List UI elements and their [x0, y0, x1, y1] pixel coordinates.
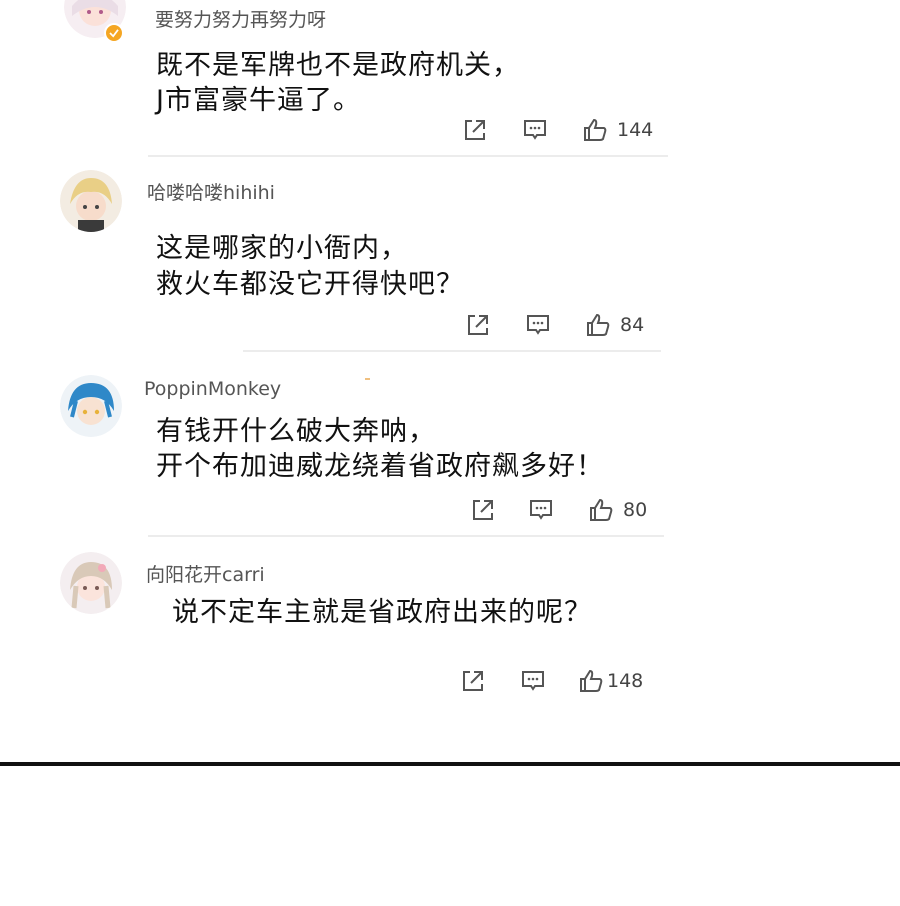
verified-badge-icon [104, 23, 124, 43]
bottom-divider-bar [0, 762, 900, 766]
comment-text-line: 救火车都没它开得快吧？ [156, 269, 464, 300]
comment-username[interactable]: 要努力努力再努力呀 [155, 5, 326, 32]
divider [148, 535, 664, 537]
avatar[interactable] [60, 170, 122, 232]
comment-icon[interactable] [528, 497, 554, 523]
comment-icon[interactable] [525, 312, 551, 338]
comment-text-line: 既不是军牌也不是政府机关， [156, 50, 520, 81]
like-count: 144 [617, 119, 654, 141]
comment-actions: 148 [460, 668, 660, 698]
comment-text-line: 说不定车主就是省政府出来的呢？ [172, 597, 592, 628]
comment-item: 向阳花开carri 说不定车主就是省政府出来的呢？ 148 [0, 540, 900, 720]
like-count: 84 [620, 314, 645, 336]
comment-username[interactable]: 向阳花开carri [146, 560, 265, 587]
thumbs-up-icon[interactable] [588, 497, 614, 523]
comment-actions: 144 [462, 117, 662, 147]
comment-icon[interactable] [522, 117, 548, 143]
comment-text-line: 这是哪家的小衙内， [156, 233, 408, 264]
comment-text-line: J市富豪牛逼了。 [156, 85, 361, 116]
thumbs-up-icon[interactable] [578, 668, 604, 694]
comment-text-line: 有钱开什么破大奔呐， [156, 416, 436, 447]
share-icon[interactable] [460, 668, 486, 694]
like-count: 148 [607, 670, 644, 692]
thumbs-up-icon[interactable] [582, 117, 608, 143]
comment-item: PoppinMonkey 有钱开什么破大奔呐， 开个布加迪威龙绕着省政府飙多好！… [0, 355, 900, 540]
share-icon[interactable] [470, 497, 496, 523]
divider [243, 350, 661, 352]
comment-item: 要努力努力再努力呀 既不是军牌也不是政府机关， J市富豪牛逼了。 144 [0, 0, 900, 160]
thumbs-up-icon[interactable] [585, 312, 611, 338]
comment-actions: 84 [465, 312, 665, 342]
share-icon[interactable] [465, 312, 491, 338]
avatar[interactable] [60, 375, 122, 437]
avatar[interactable] [60, 552, 122, 614]
divider [148, 155, 668, 157]
share-icon[interactable] [462, 117, 488, 143]
comment-actions: 80 [470, 497, 670, 527]
comment-text-line: 开个布加迪威龙绕着省政府飙多好！ [156, 451, 604, 482]
comment-username[interactable]: PoppinMonkey [144, 378, 281, 400]
comment-icon[interactable] [520, 668, 546, 694]
like-count: 80 [623, 499, 648, 521]
comment-item: 哈喽哈喽hihihi 这是哪家的小衙内， 救火车都没它开得快吧？ 84 [0, 160, 900, 355]
comment-username[interactable]: 哈喽哈喽hihihi [147, 178, 275, 205]
